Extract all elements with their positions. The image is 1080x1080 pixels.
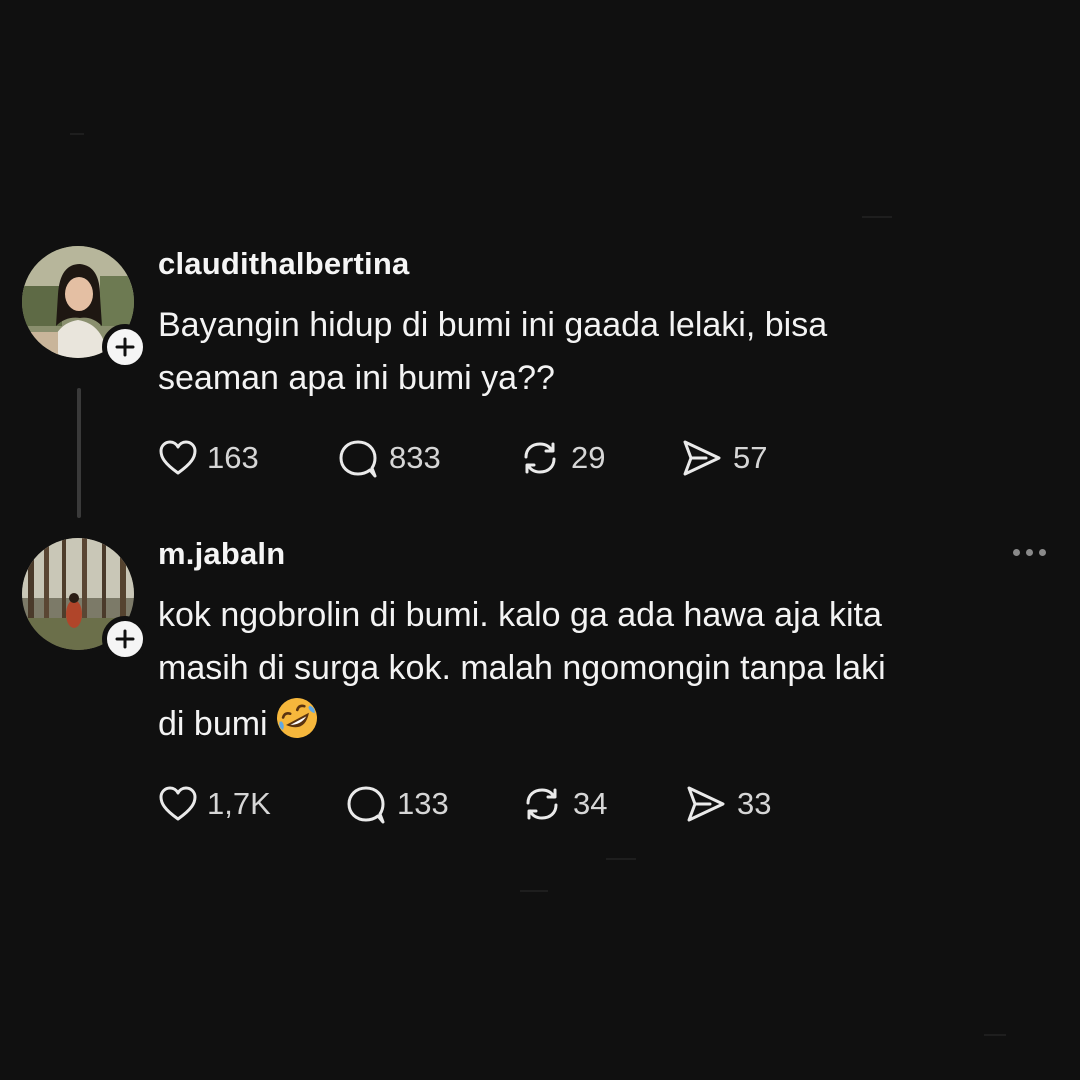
rolling-on-floor-laughing-icon bbox=[274, 695, 320, 757]
reply-count: 833 bbox=[389, 440, 441, 475]
background-speck bbox=[862, 216, 892, 218]
like-button[interactable]: 163 bbox=[158, 436, 259, 480]
background-speck bbox=[606, 858, 636, 860]
send-icon bbox=[683, 440, 721, 476]
heart-icon bbox=[159, 786, 197, 821]
comment-icon bbox=[347, 786, 385, 824]
reply-button[interactable]: 133 bbox=[344, 782, 449, 826]
post-text-content: kok ngobrolin di bumi. kalo ga ada hawa … bbox=[158, 596, 886, 743]
follow-button[interactable] bbox=[102, 616, 148, 662]
repost-icon bbox=[524, 442, 556, 474]
heart-icon bbox=[159, 440, 197, 475]
reply-button[interactable]: 833 bbox=[336, 436, 441, 480]
avatar-m-jabaln[interactable] bbox=[22, 538, 148, 662]
like-count: 1,7K bbox=[207, 786, 271, 821]
username[interactable]: m.jabaln bbox=[158, 536, 285, 572]
like-count: 163 bbox=[207, 440, 259, 475]
repost-count: 29 bbox=[571, 440, 606, 475]
follow-button[interactable] bbox=[102, 324, 148, 370]
share-button[interactable]: 33 bbox=[684, 782, 771, 826]
avatar-claudithalbertina[interactable] bbox=[22, 246, 148, 370]
share-button[interactable]: 57 bbox=[680, 436, 767, 480]
share-count: 33 bbox=[737, 786, 772, 821]
repost-button[interactable]: 29 bbox=[518, 436, 605, 480]
background-speck bbox=[520, 890, 548, 892]
comment-icon bbox=[339, 440, 377, 478]
repost-button[interactable]: 34 bbox=[520, 782, 607, 826]
background-speck bbox=[70, 133, 84, 135]
repost-count: 34 bbox=[573, 786, 608, 821]
repost-icon bbox=[526, 788, 558, 820]
reply-count: 133 bbox=[397, 786, 449, 821]
share-count: 57 bbox=[733, 440, 768, 475]
like-button[interactable]: 1,7K bbox=[158, 782, 271, 826]
send-icon bbox=[687, 786, 725, 822]
thread-connector-line bbox=[77, 388, 81, 518]
post-text: Bayangin hidup di bumi ini gaada lelaki,… bbox=[158, 306, 828, 397]
background-speck bbox=[984, 1034, 1006, 1036]
post-text: kok ngobrolin di bumi. kalo ga ada hawa … bbox=[158, 589, 1038, 757]
more-options-icon[interactable] bbox=[1013, 549, 1046, 556]
plus-icon bbox=[115, 629, 135, 649]
username[interactable]: claudithalbertina bbox=[158, 246, 409, 282]
plus-icon bbox=[115, 337, 135, 357]
threads-screenshot: claudithalbertina Bayangin hidup di bumi… bbox=[0, 0, 1080, 1080]
